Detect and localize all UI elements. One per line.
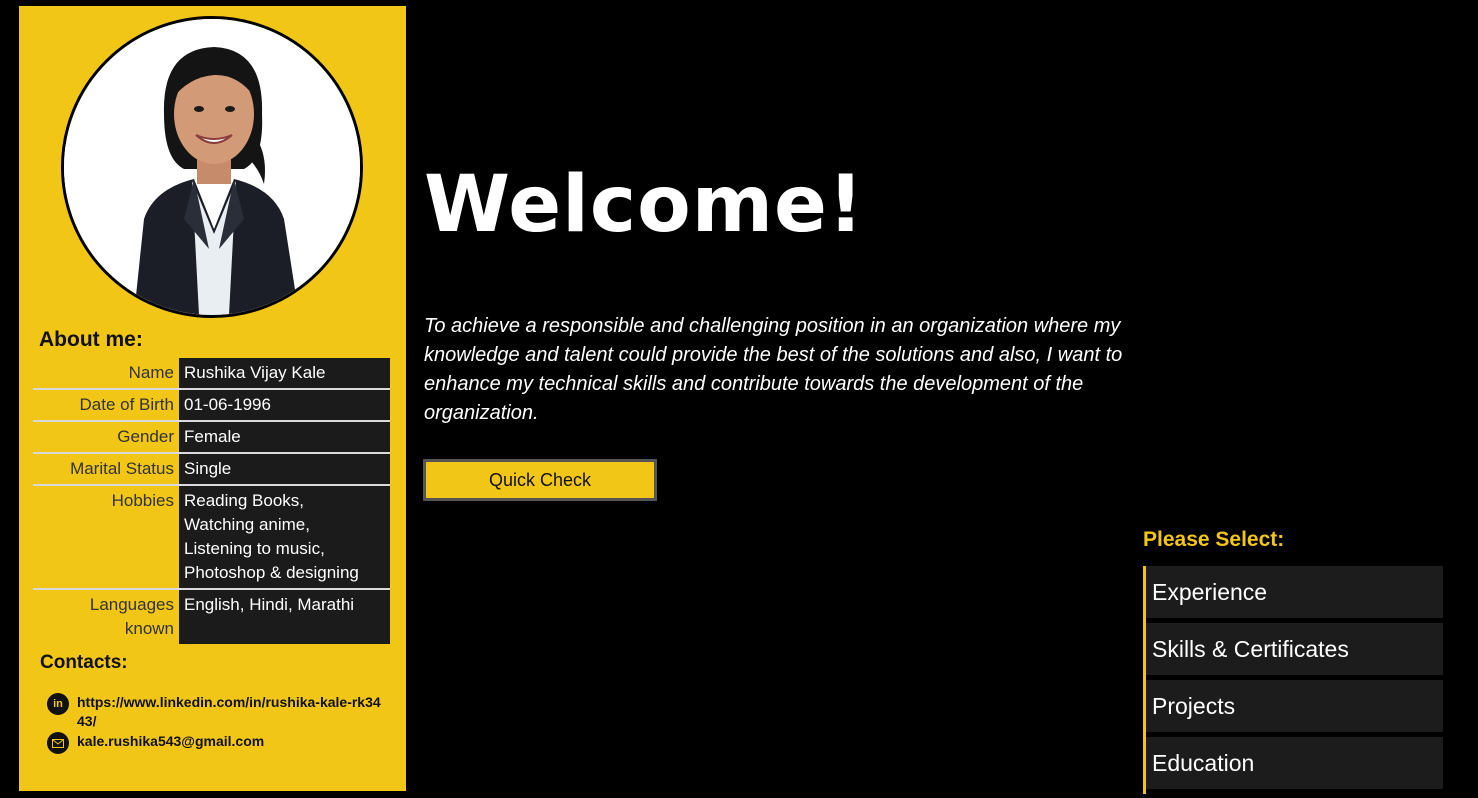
menu-item-education[interactable]: Education (1146, 737, 1443, 789)
contact-linkedin[interactable]: in https://www.linkedin.com/in/rushika-k… (47, 693, 382, 731)
about-me-table: Name Rushika Vijay Kale Date of Birth 01… (33, 358, 390, 644)
menu-item-experience[interactable]: Experience (1146, 566, 1443, 618)
email-link[interactable]: kale.rushika543@gmail.com (77, 732, 382, 751)
about-value: Rushika Vijay Kale (179, 358, 390, 389)
about-me-title: About me: (39, 328, 143, 351)
menu-item-projects[interactable]: Projects (1146, 680, 1443, 732)
welcome-heading: Welcome! (424, 160, 865, 250)
about-value: Single (179, 453, 390, 485)
about-row-marital-status: Marital Status Single (33, 453, 390, 485)
page: About me: Name Rushika Vijay Kale Date o… (0, 0, 1478, 798)
about-key: Name (128, 363, 174, 382)
contact-email[interactable]: kale.rushika543@gmail.com (47, 732, 382, 754)
about-value: Female (179, 421, 390, 453)
about-row-languages: Languages known English, Hindi, Marathi (33, 589, 390, 644)
about-key: Hobbies (111, 491, 174, 510)
please-select-title: Please Select: (1143, 528, 1285, 551)
menu-item-skills-certificates[interactable]: Skills & Certificates (1146, 623, 1443, 675)
about-key: Marital Status (70, 459, 174, 478)
career-objective: To achieve a responsible and challenging… (424, 315, 1123, 424)
about-row-gender: Gender Female (33, 421, 390, 453)
about-value: 01-06-1996 (179, 389, 390, 421)
about-row-dob: Date of Birth 01-06-1996 (33, 389, 390, 421)
linkedin-link[interactable]: https://www.linkedin.com/in/rushika-kale… (77, 693, 382, 731)
about-row-hobbies: Hobbies Reading Books, Watching anime, L… (33, 485, 390, 589)
envelope-icon (47, 732, 69, 754)
about-row-name: Name Rushika Vijay Kale (33, 358, 390, 389)
linkedin-icon: in (47, 693, 69, 715)
profile-sidebar: About me: Name Rushika Vijay Kale Date o… (19, 6, 406, 791)
about-key: Date of Birth (79, 395, 175, 414)
section-menu: Experience Skills & Certificates Project… (1143, 566, 1443, 794)
contacts-title: Contacts: (40, 652, 128, 673)
profile-photo-illustration (64, 19, 360, 315)
profile-photo (61, 16, 363, 318)
about-value: English, Hindi, Marathi (179, 589, 390, 644)
about-value: Reading Books, Watching anime, Listening… (179, 485, 390, 589)
about-key: Gender (117, 427, 174, 446)
about-key: Languages known (89, 595, 174, 638)
quick-check-button[interactable]: Quick Check (423, 459, 657, 501)
